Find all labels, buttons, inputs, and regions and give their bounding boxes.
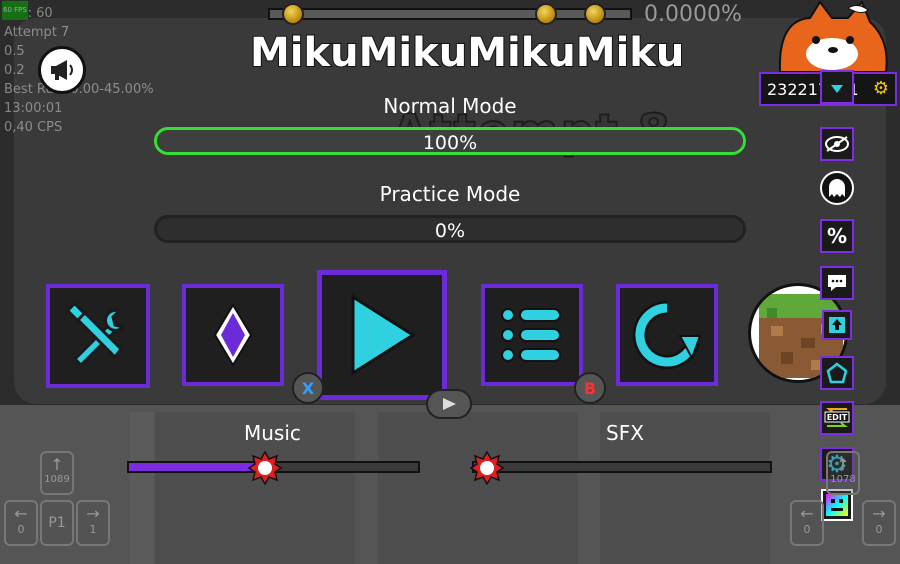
diamond-icon xyxy=(213,303,253,367)
right-move-right-control[interactable]: → 0 xyxy=(862,500,896,546)
left-right-count: 1 xyxy=(89,523,97,536)
ghost-icon xyxy=(829,179,845,197)
right-right-count: 0 xyxy=(875,523,883,536)
pentagon-icon xyxy=(826,362,848,384)
music-slider-knob[interactable] xyxy=(247,450,283,489)
edit-button[interactable]: EDIT xyxy=(820,401,854,435)
right-move-left-control[interactable]: ← 0 xyxy=(790,500,824,546)
arrow-up-icon: ↑ xyxy=(50,455,64,474)
left-move-left-control[interactable]: ← 0 xyxy=(4,500,38,546)
practice-mode-percent: 0% xyxy=(434,220,466,242)
ghost-button[interactable] xyxy=(820,171,854,205)
coin-icon xyxy=(584,3,606,25)
right-jump-count: 1078 xyxy=(830,474,856,485)
eye-slash-icon xyxy=(825,136,849,152)
pentagon-button[interactable] xyxy=(820,356,854,390)
percent-icon: % xyxy=(826,224,848,248)
upload-button[interactable] xyxy=(822,310,852,340)
normal-mode-bar: 100% xyxy=(154,127,746,155)
cube-face-icon xyxy=(826,494,848,516)
percent-button[interactable]: % xyxy=(820,219,854,253)
b-key-label: B xyxy=(583,378,597,398)
practice-mode-label: Practice Mode xyxy=(379,182,521,206)
arrow-left-icon: ← xyxy=(14,504,28,523)
practice-mode-bar: 0% xyxy=(154,215,746,243)
play-small-icon xyxy=(443,398,456,410)
debug-line: 0,40 CPS xyxy=(4,120,63,135)
svg-text:EDIT: EDIT xyxy=(827,413,848,422)
level-list-button[interactable] xyxy=(481,284,583,386)
play-button[interactable] xyxy=(317,270,447,400)
coin-icon xyxy=(535,3,557,25)
right-left-count: 0 xyxy=(803,523,811,536)
info-button[interactable] xyxy=(38,46,86,94)
sfx-slider[interactable] xyxy=(472,461,772,473)
restart-button[interactable] xyxy=(616,284,718,386)
arrow-up-icon: ↑ xyxy=(836,455,850,474)
fps-tiny-label: 60 FPS xyxy=(2,1,28,20)
coin-icon xyxy=(282,3,304,25)
tools-icon xyxy=(65,301,126,368)
editor-button[interactable] xyxy=(46,284,150,388)
right-jump-control[interactable]: ↑ 1078 xyxy=(826,451,860,495)
lower-column xyxy=(130,412,154,564)
debug-line: 0.2 xyxy=(4,63,25,78)
upload-arrow-icon xyxy=(829,317,845,333)
arrow-down-icon xyxy=(831,85,843,93)
start-key-hint xyxy=(426,389,472,419)
hide-ui-button[interactable] xyxy=(820,127,854,161)
debug-line: Attempt 7 xyxy=(4,25,70,40)
arrow-left-icon: ← xyxy=(800,504,814,523)
side-button-down[interactable] xyxy=(820,70,854,104)
practice-mode-button[interactable] xyxy=(182,284,284,386)
arrow-right-icon: → xyxy=(86,504,100,523)
normal-mode-label: Normal Mode xyxy=(383,94,517,118)
level-progress-bar xyxy=(268,8,632,20)
arrow-right-icon: → xyxy=(872,504,886,523)
slider-knob-icon xyxy=(247,450,283,486)
shiba-mascot xyxy=(770,0,890,73)
debug-line: 13:00:01 xyxy=(4,101,63,116)
b-key-hint: B xyxy=(574,372,606,404)
slider-knob-icon xyxy=(469,450,505,486)
left-left-count: 0 xyxy=(17,523,25,536)
level-title: MikuMikuMikuMiku xyxy=(249,29,685,77)
left-move-right-control[interactable]: → 1 xyxy=(76,500,110,546)
sfx-slider-knob[interactable] xyxy=(469,450,505,489)
left-jump-control[interactable]: ↑ 1089 xyxy=(40,451,74,495)
play-icon xyxy=(351,294,416,376)
normal-mode-percent: 100% xyxy=(422,132,478,154)
chat-bubble-icon xyxy=(828,275,846,291)
player-one-control[interactable]: P1 xyxy=(40,500,74,546)
x-key-label: X xyxy=(301,378,315,398)
shiba-dog-icon xyxy=(778,0,888,73)
settings-sun-icon: ⚙ xyxy=(872,78,889,99)
music-label: Music xyxy=(244,421,301,445)
edit-icon: EDIT xyxy=(824,408,850,427)
restart-icon xyxy=(632,300,702,369)
debug-line: 0.5 xyxy=(4,44,25,59)
x-key-hint: X xyxy=(292,372,324,404)
list-icon xyxy=(501,308,561,362)
music-slider-fill xyxy=(129,463,265,471)
megaphone-icon xyxy=(51,60,73,80)
left-jump-count: 1089 xyxy=(44,474,70,485)
level-percent: 0.0000% xyxy=(644,2,742,27)
sfx-label: SFX xyxy=(606,421,644,445)
chat-button[interactable] xyxy=(820,266,854,300)
